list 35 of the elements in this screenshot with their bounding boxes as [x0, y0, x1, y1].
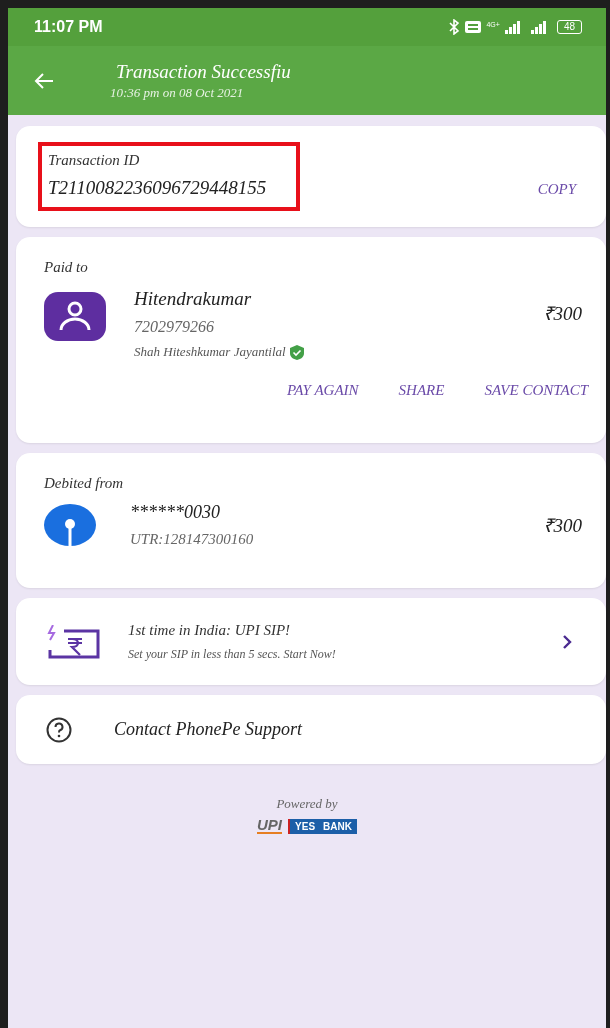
- registered-name: Shah Hiteshkumar Jayantilal: [134, 344, 286, 360]
- bank-logo-text: YES: [295, 820, 316, 832]
- rupee-card-icon: [46, 624, 100, 659]
- powered-by-text: Powered by: [276, 796, 338, 812]
- action-link[interactable]: SAVE CONTACT: [484, 382, 588, 399]
- promo-subtitle: Set your SIP in less than 5 secs. Start Now!: [128, 646, 336, 662]
- phone-number: 7202979266: [134, 318, 215, 336]
- transaction-id: T2110082236096729448155: [48, 177, 267, 199]
- battery-indicator: 48: [556, 20, 582, 34]
- signal-icon: [504, 20, 520, 34]
- chevron-right-icon: [562, 633, 572, 650]
- contact-avatar-icon: [44, 292, 106, 341]
- action-link[interactable]: SHARE: [398, 382, 445, 399]
- status-time: 11:07 PM: [34, 18, 103, 36]
- back-arrow-icon: [34, 71, 54, 90]
- section-label: Paid to: [44, 259, 88, 276]
- amount: ₹300: [542, 302, 582, 326]
- bank-logo-text: BANK: [323, 820, 352, 832]
- screen-title: Transaction Successfiu: [115, 60, 291, 83]
- utr-number: UTR:128147300160: [130, 531, 254, 548]
- bluetooth-icon: [448, 19, 461, 35]
- support-link[interactable]: Contact PhonePe Support: [114, 719, 302, 740]
- action-link[interactable]: PAY AGAIN: [287, 382, 359, 399]
- account-number: ******0030: [130, 502, 221, 523]
- help-icon: [46, 716, 72, 743]
- promo-title: 1st time in India: UPI SIP!: [128, 621, 292, 639]
- bank-logo-icon: [44, 504, 96, 546]
- amount: ₹300: [542, 514, 582, 538]
- payee-name: Hitendrakumar: [134, 288, 253, 310]
- field-label: Transaction ID: [48, 152, 141, 169]
- section-label: Debited from: [44, 475, 123, 492]
- transaction-time: 10:36 pm on 08 Oct 2021: [110, 84, 245, 101]
- copy-link[interactable]: COPY: [537, 181, 576, 198]
- signal-icon: [530, 20, 546, 34]
- upi-logo: UPI: [257, 818, 283, 834]
